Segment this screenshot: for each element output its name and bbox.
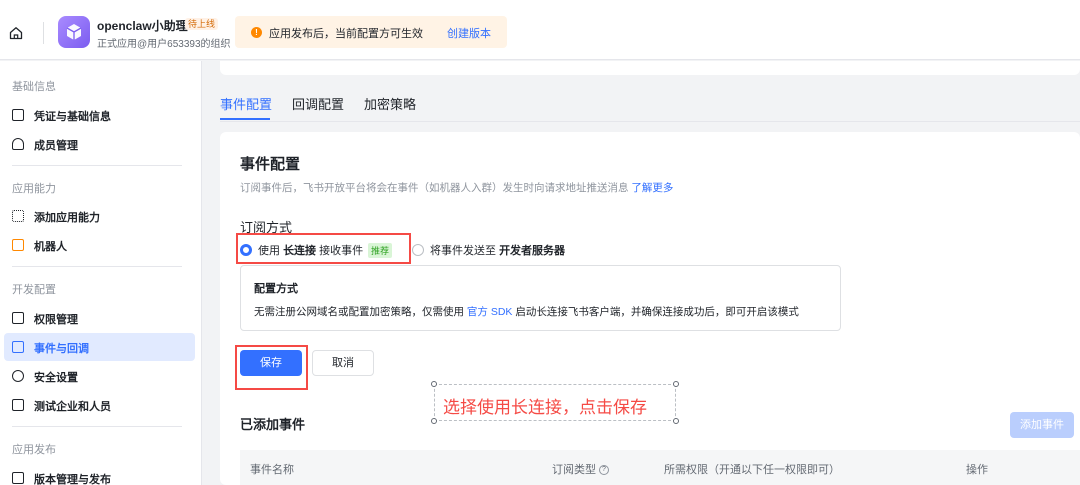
sidebar-item-credentials[interactable]: 凭证与基础信息	[4, 101, 195, 129]
sidebar-item-label: 权限管理	[34, 314, 78, 326]
tab-encryption[interactable]: 加密策略	[364, 94, 416, 113]
sidebar-item-label: 成员管理	[34, 140, 78, 152]
page-title: 事件配置	[240, 156, 301, 173]
sidebar-group-publish: 应用发布	[12, 444, 56, 456]
config-method-title: 配置方式	[254, 283, 298, 295]
event-icon	[12, 341, 24, 353]
config-text: 启动长连接飞书客户端，并确保连接成功后，即可开启该模式	[515, 306, 799, 318]
warning-icon: !	[251, 27, 262, 38]
app-name: openclaw小助理	[97, 19, 188, 33]
column-label: 订阅类型	[552, 464, 596, 476]
sidebar-item-label: 版本管理与发布	[34, 474, 111, 485]
sidebar-item-label: 机器人	[34, 241, 67, 253]
column-actions: 操作	[966, 464, 988, 476]
sidebar-item-permissions[interactable]: 权限管理	[4, 304, 195, 332]
sidebar-group-dev: 开发配置	[12, 284, 56, 296]
sidebar-item-members[interactable]: 成员管理	[4, 130, 195, 158]
column-subscription-type: 订阅类型?	[552, 461, 609, 477]
sidebar-item-versions[interactable]: 版本管理与发布	[4, 464, 195, 485]
lock-icon	[12, 312, 24, 324]
resize-handle[interactable]	[673, 381, 679, 387]
annotation-highlight-save	[235, 345, 308, 390]
official-sdk-link[interactable]: 官方 SDK	[467, 306, 513, 318]
sidebar-group-capability: 应用能力	[12, 183, 56, 195]
option-text: 将事件发送至	[430, 245, 496, 257]
tab-callback-config[interactable]: 回调配置	[292, 94, 344, 113]
sidebar-item-label: 安全设置	[34, 372, 78, 384]
annotation-textbox[interactable]: 选择使用长连接，点击保存	[431, 381, 679, 424]
tab-underline	[220, 118, 270, 120]
home-icon[interactable]	[9, 26, 23, 40]
config-method-box: 配置方式 无需注册公网域名或配置加密策略，仅需使用 官方 SDK 启动长连接飞书…	[240, 265, 841, 331]
app-subtitle: 正式应用@用户653393的组织	[97, 39, 231, 50]
sidebar-item-label: 事件与回调	[34, 343, 89, 355]
sidebar-divider	[12, 426, 182, 427]
column-event-name: 事件名称	[250, 464, 294, 476]
add-event-button[interactable]: 添加事件	[1010, 412, 1074, 438]
sidebar-item-security[interactable]: 安全设置	[4, 362, 195, 390]
member-icon	[12, 138, 24, 150]
notice-text: 应用发布后，当前配置方可生效	[269, 28, 423, 40]
option-bold-text: 开发者服务器	[499, 245, 566, 257]
added-events-title: 已添加事件	[240, 417, 306, 432]
annotation-highlight-radio	[236, 233, 411, 264]
sidebar-item-test[interactable]: 测试企业和人员	[4, 391, 195, 419]
resize-handle[interactable]	[673, 418, 679, 424]
sidebar-group-basic: 基础信息	[12, 81, 56, 93]
app-status-badge: 待上线	[185, 18, 219, 30]
tabs-divider	[220, 121, 1080, 122]
sidebar-item-label: 测试企业和人员	[34, 401, 111, 413]
create-version-link[interactable]: 创建版本	[447, 25, 491, 41]
tab-event-config[interactable]: 事件配置	[220, 94, 272, 113]
annotation-text: 选择使用长连接，点击保存	[443, 398, 647, 417]
section-description: 订阅事件后，飞书开放平台将会在事件（如机器人入群）发生时向请求地址推送消息 了解…	[240, 180, 673, 195]
publish-notice: ! 应用发布后，当前配置方可生效 创建版本	[235, 16, 507, 48]
developer-server-label[interactable]: 将事件发送至 开发者服务器	[430, 242, 565, 258]
sidebar-divider	[12, 266, 182, 267]
resize-handle[interactable]	[431, 418, 437, 424]
top-header: openclaw小助理 待上线 正式应用@用户653393的组织 ! 应用发布后…	[0, 0, 1080, 60]
learn-more-link[interactable]: 了解更多	[631, 182, 673, 194]
cancel-button[interactable]: 取消	[312, 350, 374, 376]
shield-icon	[12, 370, 24, 382]
header-divider	[43, 22, 44, 44]
description-text: 订阅事件后，飞书开放平台将会在事件（如机器人入群）发生时向请求地址推送消息	[240, 182, 629, 194]
config-method-text: 无需注册公网域名或配置加密策略，仅需使用 官方 SDK 启动长连接飞书客户端，并…	[254, 304, 799, 319]
sidebar-item-label: 凭证与基础信息	[34, 111, 111, 123]
sidebar-item-robot[interactable]: 机器人	[4, 231, 195, 259]
sidebar: 基础信息 凭证与基础信息 成员管理 应用能力 添加应用能力 机器人 开发配置 权…	[0, 61, 202, 485]
test-icon	[12, 399, 24, 411]
sidebar-item-label: 添加应用能力	[34, 212, 100, 224]
events-table-header: 事件名称 订阅类型? 所需权限（开通以下任一权限即可） 操作	[240, 450, 1080, 485]
column-permissions: 所需权限（开通以下任一权限即可）	[664, 464, 840, 476]
event-config-card: 事件配置 订阅事件后，飞书开放平台将会在事件（如机器人入群）发生时向请求地址推送…	[220, 132, 1080, 485]
sidebar-item-events[interactable]: 事件与回调	[4, 333, 195, 361]
app-logo	[58, 16, 90, 48]
upload-icon	[12, 472, 24, 484]
sidebar-item-add-capability[interactable]: 添加应用能力	[4, 202, 195, 230]
help-icon[interactable]: ?	[599, 465, 609, 476]
sidebar-divider	[12, 165, 182, 166]
grid-icon	[12, 210, 24, 222]
robot-icon	[12, 239, 24, 251]
config-text: 无需注册公网域名或配置加密策略，仅需使用	[254, 306, 464, 318]
top-card	[220, 61, 1080, 75]
radio-developer-server[interactable]	[412, 244, 424, 256]
id-card-icon	[12, 109, 24, 121]
resize-handle[interactable]	[431, 381, 437, 387]
cube-icon	[66, 24, 82, 40]
